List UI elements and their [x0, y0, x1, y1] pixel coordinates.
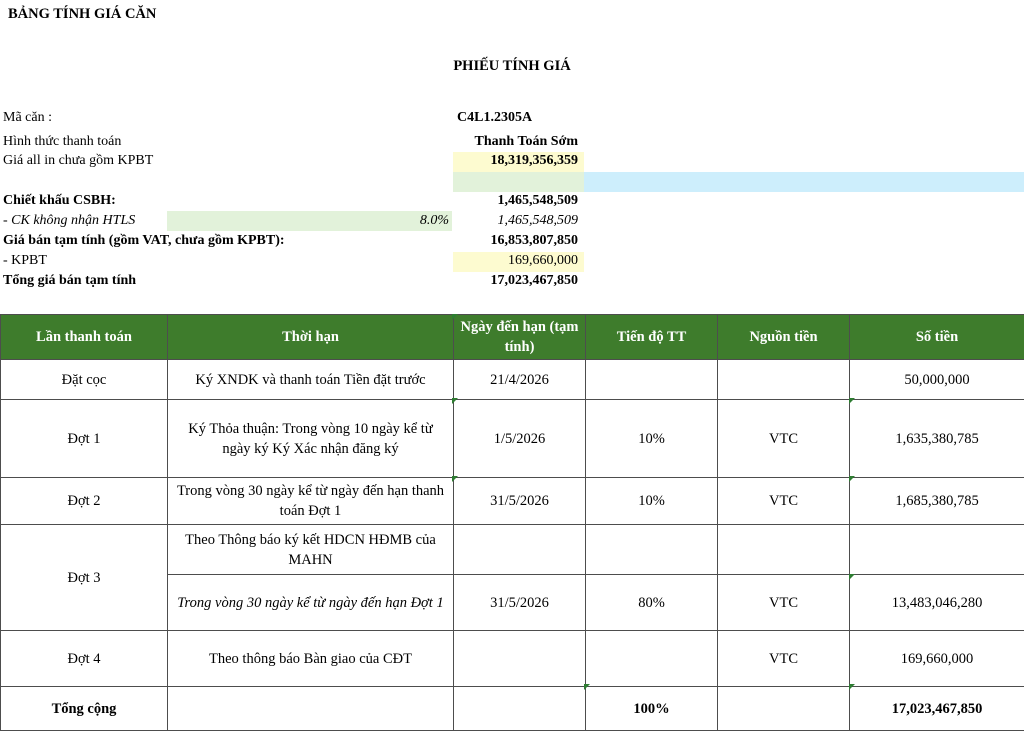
term-cell: Trong vòng 30 ngày kể từ ngày đến hạn Đợ…: [168, 575, 454, 631]
total-price-label: Tổng giá bán tạm tính: [3, 273, 136, 289]
term-cell: Ký Thỏa thuận: Trong vòng 10 ngày kể từ …: [168, 400, 454, 478]
all-in-label: Giá all in chưa gồm KPBT: [3, 153, 153, 169]
source-cell-empty: [718, 525, 850, 575]
header-term: Thời hạn: [168, 315, 454, 360]
discount-value: 1,465,548,509: [453, 193, 578, 209]
unit-code-label: Mã căn :: [3, 110, 52, 126]
total-source-cell-empty: [718, 687, 850, 731]
ck-label: - CK không nhận HTLS: [3, 213, 135, 229]
installment-cell: Đợt 4: [1, 631, 168, 687]
progress-cell: [586, 631, 718, 687]
source-cell: VTC: [718, 631, 850, 687]
source-cell: VTC: [718, 575, 850, 631]
header-progress: Tiến độ TT: [586, 315, 718, 360]
due-date-cell: 31/5/2026: [454, 575, 586, 631]
amount-cell: 1,635,380,785: [850, 400, 1024, 478]
amount-cell: 50,000,000: [850, 360, 1024, 400]
source-cell: VTC: [718, 478, 850, 525]
all-in-value: 18,319,356,359: [453, 153, 578, 169]
header-installment: Lần thanh toán: [1, 315, 168, 360]
payment-method-label: Hình thức thanh toán: [3, 134, 121, 150]
term-cell: Theo Thông báo ký kết HDCN HĐMB của MAHN: [168, 525, 454, 575]
total-amount-cell: 17,023,467,850: [850, 687, 1024, 731]
table-row: Đặt cọc Ký XNDK và thanh toán Tiền đặt t…: [1, 360, 1024, 400]
form-title: PHIẾU TÍNH GIÁ: [0, 58, 1024, 75]
ck-percent: 8.0%: [380, 213, 449, 229]
amount-cell: 1,685,380,785: [850, 478, 1024, 525]
installment-cell: Đặt cọc: [1, 360, 168, 400]
unit-code-value: C4L1.2305A: [457, 110, 532, 126]
due-date-cell: 31/5/2026: [454, 478, 586, 525]
total-due-cell-empty: [454, 687, 586, 731]
table-header-row: Lần thanh toán Thời hạn Ngày đến hạn (tạ…: [1, 315, 1024, 360]
due-date-cell-empty: [454, 525, 586, 575]
empty-blue-cell: [584, 172, 1024, 192]
sheet-title: BẢNG TÍNH GIÁ CĂN: [8, 6, 156, 23]
total-term-cell-empty: [168, 687, 454, 731]
installment-cell: Đợt 2: [1, 478, 168, 525]
source-cell: [718, 360, 850, 400]
progress-cell: [586, 360, 718, 400]
table-total-row: Tổng cộng 100% 17,023,467,850: [1, 687, 1024, 731]
due-date-cell: 1/5/2026: [454, 400, 586, 478]
amount-cell-empty: [850, 525, 1024, 575]
progress-cell: 80%: [586, 575, 718, 631]
source-cell: VTC: [718, 400, 850, 478]
temp-price-label: Giá bán tạm tính (gồm VAT, chưa gồm KPBT…: [3, 233, 285, 249]
table-row: Đợt 1 Ký Thỏa thuận: Trong vòng 10 ngày …: [1, 400, 1024, 478]
table-row: Đợt 4 Theo thông báo Bàn giao của CĐT VT…: [1, 631, 1024, 687]
term-cell: Trong vòng 30 ngày kể từ ngày đến hạn th…: [168, 478, 454, 525]
total-label-cell: Tổng cộng: [1, 687, 168, 731]
table-row: Đợt 3 Theo Thông báo ký kết HDCN HĐMB củ…: [1, 525, 1024, 575]
header-due-date: Ngày đến hạn (tạm tính): [454, 315, 586, 360]
progress-cell: 10%: [586, 400, 718, 478]
term-cell: Ký XNDK và thanh toán Tiền đặt trước: [168, 360, 454, 400]
amount-cell: 13,483,046,280: [850, 575, 1024, 631]
amount-cell: 169,660,000: [850, 631, 1024, 687]
payment-method-value: Thanh Toán Sớm: [453, 134, 578, 150]
header-amount: Số tiền: [850, 315, 1024, 360]
discount-label: Chiết khấu CSBH:: [3, 193, 116, 209]
header-source: Nguồn tiền: [718, 315, 850, 360]
total-price-value: 17,023,467,850: [453, 273, 578, 289]
due-date-cell: 21/4/2026: [454, 360, 586, 400]
progress-cell-empty: [586, 525, 718, 575]
term-cell: Theo thông báo Bàn giao của CĐT: [168, 631, 454, 687]
temp-price-value: 16,853,807,850: [453, 233, 578, 249]
payment-schedule-table: Lần thanh toán Thời hạn Ngày đến hạn (tạ…: [0, 314, 1024, 731]
installment-cell: Đợt 1: [1, 400, 168, 478]
installment-cell: Đợt 3: [1, 525, 168, 631]
ck-value: 1,465,548,509: [453, 213, 578, 229]
kpbt-label: - KPBT: [3, 253, 47, 269]
total-progress-cell: 100%: [586, 687, 718, 731]
kpbt-value: 169,660,000: [453, 253, 578, 269]
empty-green-cell: [453, 172, 584, 192]
progress-cell: 10%: [586, 478, 718, 525]
table-row: Đợt 2 Trong vòng 30 ngày kể từ ngày đến …: [1, 478, 1024, 525]
due-date-cell: [454, 631, 586, 687]
